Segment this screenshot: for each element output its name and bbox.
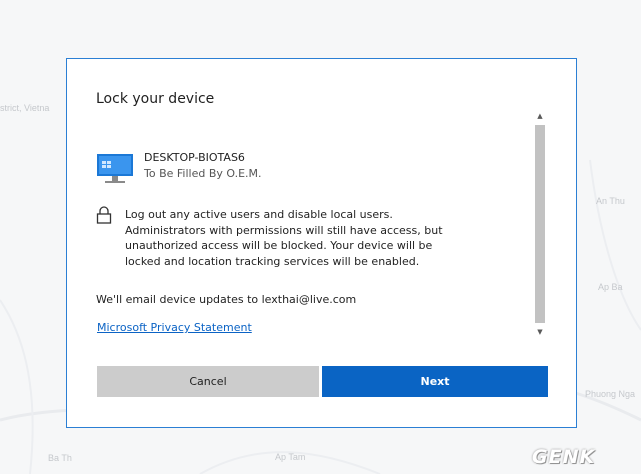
- map-label: Ba Th: [48, 453, 72, 463]
- monitor-icon: [97, 154, 133, 183]
- scroll-down-arrow-icon[interactable]: ▼: [533, 325, 547, 339]
- lock-description: Log out any active users and disable loc…: [125, 208, 443, 268]
- privacy-statement-link[interactable]: Microsoft Privacy Statement: [97, 321, 252, 334]
- email-notice: We'll email device updates to lexthai@li…: [96, 293, 357, 306]
- map-label: An Thu: [596, 196, 625, 206]
- scroll-thumb[interactable]: [535, 125, 545, 323]
- scroll-up-arrow-icon[interactable]: ▲: [533, 109, 547, 123]
- lock-icon: [96, 206, 112, 224]
- genk-watermark-logo: GENK: [532, 446, 596, 468]
- map-label: Ap Ba: [598, 282, 623, 292]
- map-label: Phuong Nga: [585, 389, 636, 399]
- device-manufacturer: To Be Filled By O.E.M.: [144, 167, 262, 180]
- device-name: DESKTOP-BIOTAS6: [144, 151, 245, 164]
- vertical-scrollbar[interactable]: ▲ ▼: [533, 109, 547, 339]
- map-label: Ap Tam: [275, 452, 306, 462]
- dialog-title: Lock your device: [96, 91, 215, 107]
- device-info: DESKTOP-BIOTAS6 To Be Filled By O.E.M.: [96, 151, 496, 185]
- next-button[interactable]: Next: [322, 366, 548, 397]
- lock-device-dialog: Lock your device DESKTOP-BIOTAS6 To Be F…: [66, 58, 577, 428]
- map-label: strict, Vietna: [0, 103, 50, 113]
- cancel-button[interactable]: Cancel: [97, 366, 319, 397]
